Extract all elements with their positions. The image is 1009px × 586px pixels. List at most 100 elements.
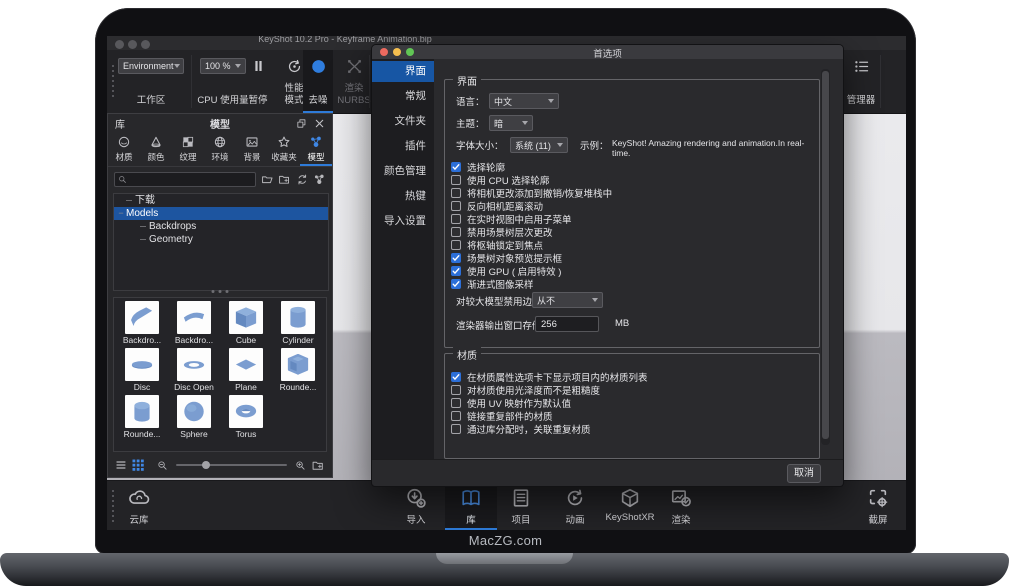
interface-option[interactable]: 反向相机距离滚动	[451, 199, 612, 212]
dock-item-截屏[interactable]: 截屏	[854, 481, 902, 530]
tree-item-下载[interactable]: 下载	[114, 194, 328, 207]
scrollbar-thumb[interactable]	[822, 71, 829, 439]
cancel-button[interactable]: 取消	[787, 464, 821, 483]
grid-view-icon[interactable]	[132, 459, 144, 471]
model-item-sphere[interactable]: Sphere	[168, 395, 220, 442]
interface-option[interactable]: 使用 GPU ( 启用特效 )	[451, 264, 612, 277]
tree-item-Models[interactable]: −Models	[114, 207, 328, 220]
dock-item-KeyShotXR[interactable]: KeyShotXR	[601, 481, 659, 530]
preferences-section-导入设置[interactable]: 导入设置	[372, 211, 434, 232]
import-folder-icon[interactable]	[311, 459, 325, 472]
checkbox[interactable]	[451, 214, 461, 224]
search-input[interactable]	[114, 172, 256, 187]
interface-option[interactable]: 选择轮廓	[451, 160, 612, 173]
zoom-in-icon[interactable]	[295, 460, 306, 471]
dock-item-云库[interactable]: 云库	[115, 481, 163, 530]
model-item-cube[interactable]: Cube	[220, 301, 272, 348]
tree-expander[interactable]: −	[116, 207, 126, 220]
checkbox[interactable]	[451, 188, 461, 198]
close-icon[interactable]	[314, 118, 325, 129]
tree-item-Geometry[interactable]: Geometry	[114, 233, 328, 246]
preferences-section-文件夹[interactable]: 文件夹	[372, 111, 434, 132]
checkbox[interactable]	[451, 175, 461, 185]
checkbox[interactable]	[451, 279, 461, 289]
checkbox[interactable]	[451, 227, 461, 237]
workspace-dropdown[interactable]: Environment	[118, 58, 184, 74]
interface-option[interactable]: 使用 CPU 选择轮廓	[451, 173, 612, 186]
checkbox[interactable]	[451, 201, 461, 211]
preferences-section-界面[interactable]: 界面	[372, 61, 434, 82]
checkbox[interactable]	[451, 398, 461, 408]
checkbox[interactable]	[451, 162, 461, 172]
library-tab-环境[interactable]: 环境	[204, 132, 236, 166]
thumbnail-size-slider[interactable]	[176, 464, 287, 466]
interface-option[interactable]: 禁用场景树层次更改	[451, 225, 612, 238]
window-zoom-button[interactable]	[141, 40, 150, 49]
list-view-icon[interactable]	[115, 459, 127, 471]
zoom-out-icon[interactable]	[157, 460, 168, 471]
library-tab-纹理[interactable]: 纹理	[172, 132, 204, 166]
checkbox[interactable]	[451, 424, 461, 434]
pause-button[interactable]: 暂停	[241, 50, 275, 113]
checkbox[interactable]	[451, 266, 461, 276]
material-option[interactable]: 对材质使用光泽度而不是粗糙度	[451, 383, 648, 396]
window-close-button[interactable]	[115, 40, 124, 49]
checkbox[interactable]	[451, 385, 461, 395]
toolbar-drag-handle[interactable]	[112, 65, 114, 99]
slider-thumb[interactable]	[202, 461, 210, 469]
preferences-section-常规[interactable]: 常规	[372, 86, 434, 107]
molecule-icon[interactable]	[313, 173, 326, 186]
dialog-scrollbar[interactable]	[821, 69, 830, 445]
cpu-usage-dropdown[interactable]: 100 %	[200, 58, 246, 74]
dock-drag-handle[interactable]	[112, 490, 114, 522]
material-option[interactable]: 在材质属性选项卡下显示项目内的材质列表	[451, 370, 648, 383]
material-option[interactable]: 使用 UV 映射作为默认值	[451, 396, 648, 409]
preferences-section-插件[interactable]: 插件	[372, 136, 434, 157]
material-option[interactable]: 通过库分配时，关联重复材质	[451, 422, 648, 435]
model-item-discopen[interactable]: Disc Open	[168, 348, 220, 395]
interface-option[interactable]: 渐进式图像采样	[451, 277, 612, 290]
add-folder-icon[interactable]	[278, 173, 291, 186]
denoise-button[interactable]: 去噪	[303, 50, 333, 113]
tree-item-Backdrops[interactable]: Backdrops	[114, 220, 328, 233]
disable-outline-dropdown[interactable]: 从不	[532, 292, 603, 308]
model-item-disc[interactable]: Disc	[116, 348, 168, 395]
preferences-section-热键[interactable]: 热键	[372, 186, 434, 207]
refresh-icon[interactable]	[296, 173, 309, 186]
model-item-plane[interactable]: Plane	[220, 348, 272, 395]
checkbox[interactable]	[451, 253, 461, 263]
open-folder-icon[interactable]	[261, 173, 274, 186]
library-tab-材质[interactable]: 材质	[108, 132, 140, 166]
model-item-roundedcyl[interactable]: Rounde...	[116, 395, 168, 442]
float-panel-icon[interactable]	[296, 118, 307, 129]
checkbox[interactable]	[451, 240, 461, 250]
interface-option[interactable]: 场景树对象预览提示框	[451, 251, 612, 264]
model-item-torus[interactable]: Torus	[220, 395, 272, 442]
dock-item-动画[interactable]: 动画	[551, 481, 599, 530]
material-option[interactable]: 链接重复部件的材质	[451, 409, 648, 422]
font-size-dropdown[interactable]: 系统 (11)	[510, 137, 568, 153]
splitter-handle[interactable]	[212, 290, 229, 293]
window-minimize-button[interactable]	[128, 40, 137, 49]
dock-item-渲染[interactable]: 渲染	[657, 481, 705, 530]
model-item-roundedcube[interactable]: Rounde...	[272, 348, 324, 395]
library-tab-颜色[interactable]: 颜色	[140, 132, 172, 166]
preferences-section-颜色管理[interactable]: 颜色管理	[372, 161, 434, 182]
interface-option[interactable]: 在实时视图中启用子菜单	[451, 212, 612, 225]
interface-option[interactable]: 将枢轴锁定到焦点	[451, 238, 612, 251]
memory-limit-input[interactable]: 256	[535, 316, 599, 332]
library-tab-收藏夹[interactable]: 收藏夹	[268, 132, 300, 166]
dock-item-导入[interactable]: 导入	[392, 481, 440, 530]
dock-item-库[interactable]: 库	[445, 481, 497, 530]
checkbox[interactable]	[451, 411, 461, 421]
theme-dropdown[interactable]: 暗	[489, 115, 533, 131]
checkbox[interactable]	[451, 372, 461, 382]
library-tab-模型[interactable]: 模型	[300, 132, 332, 166]
interface-option[interactable]: 将相机更改添加到撤销/恢复堆栈中	[451, 186, 612, 199]
model-item-cylinder[interactable]: Cylinder	[272, 301, 324, 348]
model-item-backdrop2[interactable]: Backdro...	[168, 301, 220, 348]
model-item-backdrop1[interactable]: Backdro...	[116, 301, 168, 348]
dock-item-项目[interactable]: 项目	[497, 481, 545, 530]
language-dropdown[interactable]: 中文	[489, 93, 559, 109]
library-tab-背景[interactable]: 背景	[236, 132, 268, 166]
